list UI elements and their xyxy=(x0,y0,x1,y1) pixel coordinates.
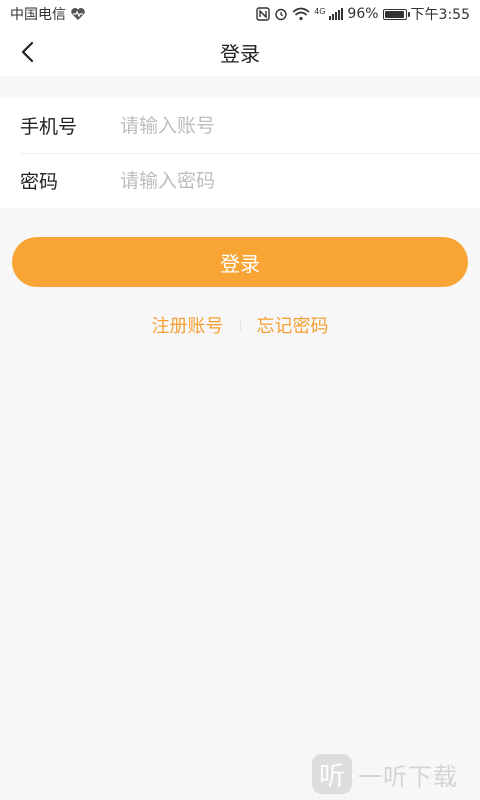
status-left: 中国电信 xyxy=(10,4,86,24)
signal-icon xyxy=(329,8,344,20)
login-button[interactable]: 登录 xyxy=(12,237,468,287)
battery-icon xyxy=(382,8,410,20)
clock: 下午3:55 xyxy=(410,7,470,23)
status-bar: 中国电信 4G 96% 下午3:55 xyxy=(0,0,480,28)
network-label: 4G xyxy=(314,7,326,16)
page-title: 登录 xyxy=(220,41,260,66)
heartbeat-icon xyxy=(70,6,86,22)
link-divider xyxy=(239,319,241,331)
password-input[interactable] xyxy=(120,169,460,192)
password-label: 密码 xyxy=(20,171,59,193)
battery-fill xyxy=(384,10,404,18)
alarm-icon xyxy=(274,6,288,22)
password-row: 密码 xyxy=(0,153,480,208)
battery-percent: 96% xyxy=(347,6,379,22)
carrier-label: 中国电信 xyxy=(10,7,66,23)
back-button[interactable] xyxy=(10,34,46,70)
auth-links: 注册账号 忘记密码 xyxy=(0,310,480,340)
watermark-text: 一听下载 xyxy=(358,762,458,791)
nfc-icon xyxy=(256,6,270,22)
watermark: 听 一听下载 xyxy=(312,748,480,800)
forgot-password-link[interactable]: 忘记密码 xyxy=(251,312,335,338)
status-right: 4G 96% 下午3:55 xyxy=(256,4,470,24)
watermark-logo: 听 xyxy=(312,754,352,794)
phone-label: 手机号 xyxy=(20,116,78,138)
phone-row: 手机号 xyxy=(0,98,480,153)
login-form: 手机号 密码 xyxy=(0,98,480,208)
app-header: 登录 xyxy=(0,28,480,76)
chevron-left-icon xyxy=(21,41,34,63)
wifi-icon xyxy=(292,6,310,22)
register-link[interactable]: 注册账号 xyxy=(146,312,230,338)
phone-input[interactable] xyxy=(120,114,460,137)
